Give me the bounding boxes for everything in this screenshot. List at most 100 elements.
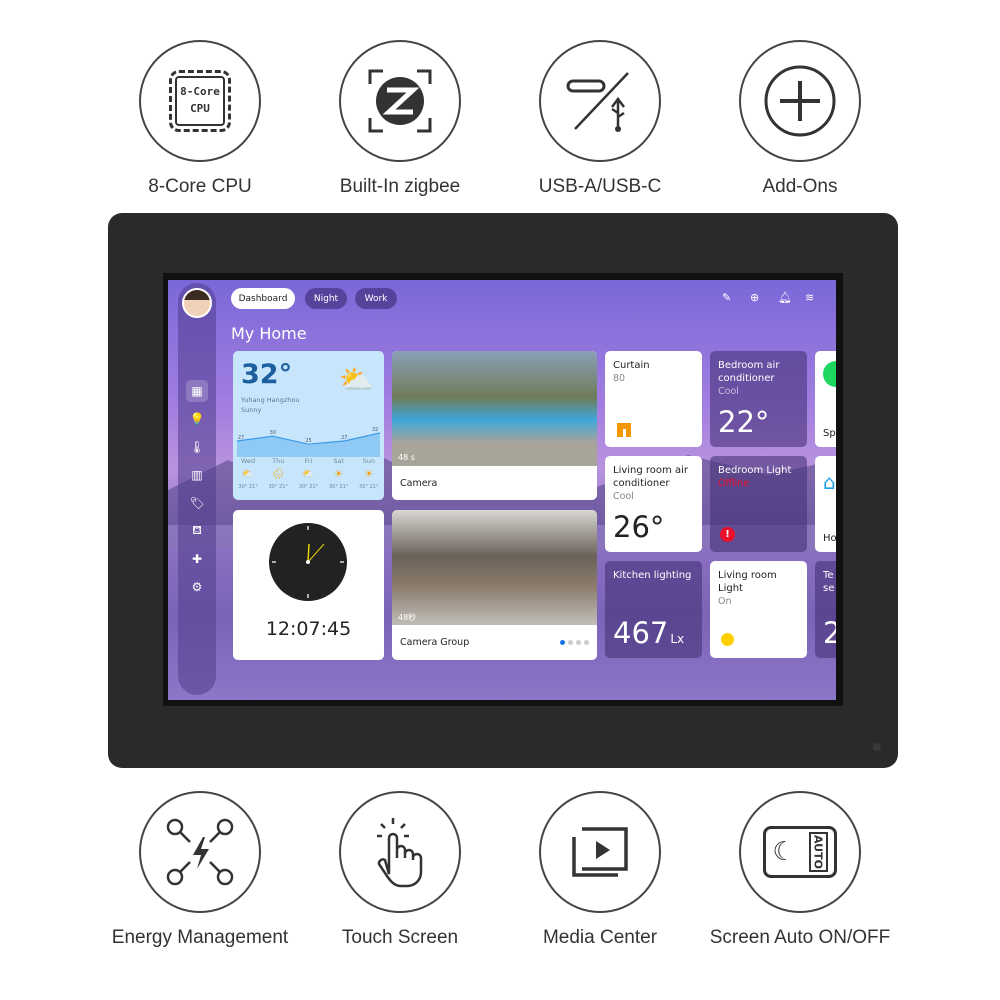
page-dot[interactable] (560, 640, 565, 645)
weather-point-label: 27 (341, 435, 347, 441)
feature-energy: Energy Management (100, 791, 300, 949)
page-indicator[interactable] (560, 640, 589, 645)
forecast-day-label: Fri (304, 457, 313, 465)
forecast-day: Wed ⛅ 30° 21° (238, 457, 257, 490)
tile-value: 2 (823, 616, 836, 650)
feature-media: Media Center (500, 791, 700, 949)
feature-label: Energy Management (111, 927, 289, 948)
energy-network-icon (166, 818, 234, 886)
energy-icon[interactable]: ▥ (186, 464, 208, 486)
spotify-icon (823, 361, 836, 387)
tile-temp: 22° (718, 405, 770, 439)
tile-kitchen-lighting[interactable]: Kitchen lighting 467 Lx (605, 561, 702, 658)
add-icon[interactable]: ⊕ (750, 291, 759, 304)
weather-point-label: 32 (372, 427, 378, 433)
tile-unit: Lx (670, 632, 685, 646)
weather-point-label: 27 (238, 435, 244, 441)
tile-temp: 26° (613, 510, 665, 544)
weather-location: Yuhang Hangzhou (241, 396, 300, 404)
tile-curtain[interactable]: Curtain 80 (605, 351, 702, 447)
wifi-icon[interactable]: ≋ (805, 291, 814, 304)
feature-zigbee: Built-In zigbee (300, 40, 500, 198)
page-dot[interactable] (576, 640, 581, 645)
tile-mode: Cool (718, 386, 739, 397)
camera-group-timestamp: 48秒 (398, 613, 417, 622)
tag-icon[interactable]: 🏷 (186, 492, 208, 514)
forecast-day: Thu 🌧 30° 21° (269, 457, 288, 490)
feature-addons: Add-Ons (700, 40, 900, 198)
weather-area (237, 433, 380, 457)
camera-card[interactable]: 48 s Camera (392, 351, 597, 500)
tile-bedroom-ac[interactable]: Bedroom air conditioner Cool 22° (710, 351, 807, 447)
tile-home[interactable]: ⌂ Ho (815, 456, 836, 552)
forecast-day-label: Sun (362, 457, 376, 465)
settings-icon[interactable]: ⚙ (186, 576, 208, 598)
weather-point-label: 30 (270, 430, 276, 436)
forecast-range: 30° 21° (238, 484, 258, 490)
tile-name: Sp (823, 428, 836, 439)
tab-night[interactable]: Night (305, 288, 347, 309)
weather-partly-cloudy-icon: ⛅ (302, 469, 315, 480)
tile-living-ac[interactable]: Living room air conditioner Cool 26° (605, 456, 702, 552)
tile-living-light[interactable]: Living room Light On (710, 561, 807, 658)
tile-name: Bedroom Light (718, 465, 792, 476)
feature-label: 8-Core CPU (148, 176, 252, 197)
forecast-range: 30° 21° (359, 484, 379, 490)
feature-touch: Touch Screen (300, 791, 500, 949)
page-dot[interactable] (568, 640, 573, 645)
forecast-range: 30° 21° (268, 484, 288, 490)
camera-group-card[interactable]: 48秒 Camera Group (392, 510, 597, 660)
analog-clock (269, 523, 347, 601)
tile-name: Ho (823, 533, 836, 544)
bulb-icon (721, 633, 734, 646)
plus-icon (764, 65, 836, 137)
feature-label: Screen Auto ON/OFF (709, 927, 891, 948)
weather-sun-icon: ☀ (334, 469, 344, 480)
tile-temp-sensor[interactable]: Te se 2 (815, 561, 836, 658)
weather-condition: Sunny (241, 406, 262, 414)
camera-label: Camera (400, 478, 438, 489)
tile-spotify[interactable]: Sp (815, 351, 836, 447)
clock-card[interactable]: 12:07:45 (233, 510, 384, 660)
puzzle-icon[interactable]: ✚ (186, 548, 208, 570)
forecast-day-label: Sat (333, 457, 344, 465)
tile-name: Kitchen lighting (613, 570, 692, 581)
avatar[interactable] (182, 288, 212, 318)
tile-name: Bedroom air conditioner (718, 360, 780, 384)
feature-label: Built-In zigbee (339, 176, 461, 197)
bulb-icon[interactable]: 💡 (186, 408, 208, 430)
forecast-day: Sun ☀ 30° 21° (359, 457, 378, 490)
chair-icon[interactable]: ⛾ (186, 520, 208, 542)
tile-value: 80 (613, 373, 626, 384)
tile-name: Te (823, 570, 834, 581)
tab-work[interactable]: Work (355, 288, 397, 309)
camera-feed[interactable] (392, 351, 597, 466)
camera-group-feed[interactable] (392, 510, 597, 625)
tile-bedroom-light[interactable]: Bedroom Light Offline ! (710, 456, 807, 552)
cloud-sun-icon: ⛅ (339, 363, 374, 396)
weather-card[interactable]: 32° ⛅ Yuhang Hangzhou Sunny 27 30 25 27 32 W… (233, 351, 384, 500)
edit-icon[interactable]: ✎ (722, 291, 731, 304)
feature-label: USB-A/USB-C (538, 176, 662, 197)
page-title: My Home (231, 324, 307, 343)
digital-time: 12:07:45 (265, 618, 352, 640)
bell-icon[interactable]: 🔔︎ (778, 291, 792, 304)
tile-name: Curtain (613, 360, 650, 371)
dashboard-icon[interactable]: ▦ (186, 380, 208, 402)
weather-partly-cloudy-icon: ⛅ (241, 469, 255, 480)
feature-cpu: 8-Core CPU 8-Core CPU (100, 40, 300, 198)
forecast-day-label: Wed (241, 457, 256, 465)
feature-auto-screen: ☾ AUTO Screen Auto ON/OFF (700, 791, 900, 949)
tab-dashboard[interactable]: Dashboard (231, 288, 295, 309)
feature-label: Touch Screen (341, 927, 459, 948)
weather-point-label: 25 (305, 438, 311, 444)
climate-icon[interactable]: 🌡 (186, 436, 208, 458)
weather-sun-icon: ☀ (364, 469, 374, 480)
page-dot[interactable] (584, 640, 589, 645)
forecast-day: Fri ⛅ 30° 21° (299, 457, 318, 490)
tile-mode: Cool (613, 491, 634, 502)
touch-hand-icon (377, 818, 423, 888)
tile-name: Living room Light (718, 570, 777, 594)
forecast-range: 30° 21° (298, 484, 319, 490)
camera-timestamp: 48 s (398, 453, 415, 462)
